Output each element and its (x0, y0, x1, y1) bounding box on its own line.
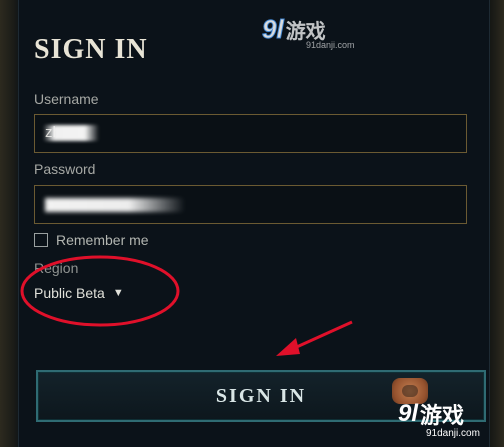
password-label: Password (34, 161, 96, 177)
username-label: Username (34, 91, 99, 107)
region-dropdown[interactable]: Public Beta ▼ (34, 285, 124, 301)
watermark-logo: 9l (398, 400, 419, 427)
watermark-domain: 91danji.com (306, 40, 355, 50)
watermark-domain: 91danji.com (426, 428, 480, 439)
remember-me-label: Remember me (56, 232, 149, 248)
username-field[interactable]: zh (34, 114, 467, 153)
watermark-logo: 9l (262, 14, 285, 45)
password-field[interactable] (34, 185, 467, 224)
watermark-text: 游戏 (420, 404, 465, 429)
watermark-top: 9l 游戏 91danji.com (262, 14, 355, 51)
sign-in-button-label: SIGN IN (215, 384, 307, 407)
login-screen: SIGN IN Username zh Password Remember me… (0, 0, 504, 447)
password-redaction (45, 198, 185, 212)
username-redaction (43, 125, 99, 141)
chevron-down-icon: ▼ (112, 287, 124, 299)
watermark-bottom: 9l 游戏 91danji.com (398, 398, 480, 439)
region-label: Region (34, 260, 79, 276)
remember-me-checkbox[interactable] (34, 233, 48, 247)
region-value: Public Beta (34, 285, 105, 301)
page-title: SIGN IN (34, 34, 148, 65)
remember-me-row[interactable]: Remember me (34, 232, 149, 248)
